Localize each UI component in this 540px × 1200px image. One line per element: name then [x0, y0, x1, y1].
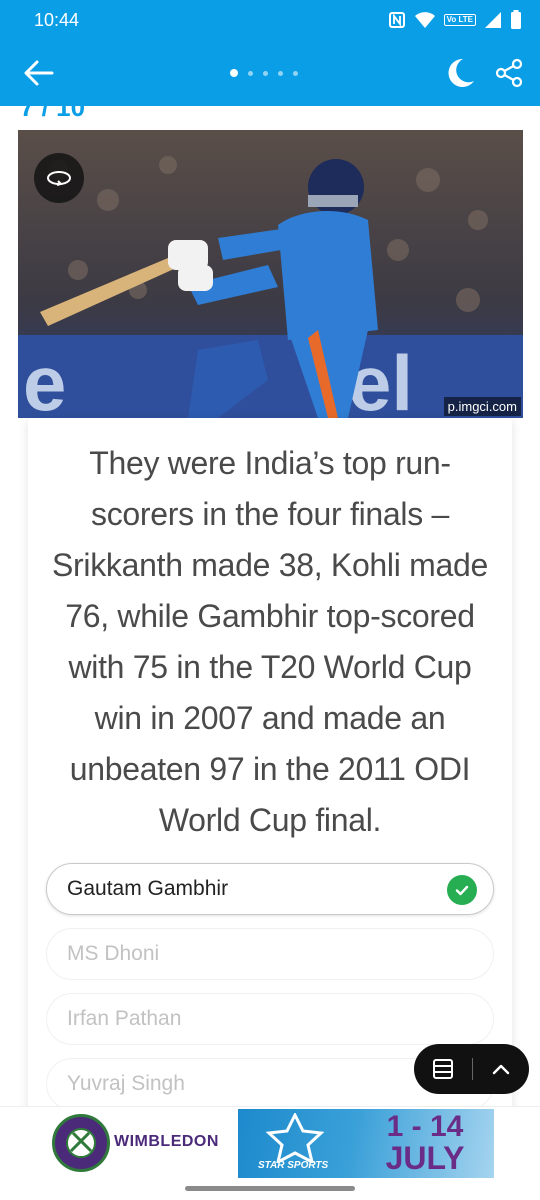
share-icon: [495, 58, 523, 88]
ad-month: JULY: [385, 1140, 465, 1176]
ad-banner[interactable]: WIMBLEDON STAR SPORTS 1 - 14 JULY: [0, 1106, 540, 1179]
list-icon: [433, 1059, 453, 1079]
broadcaster-label: STAR SPORTS: [258, 1160, 329, 1171]
option-label: Gautam Gambhir: [67, 877, 229, 900]
star-icon: [265, 1113, 325, 1163]
cricket-batsman-image: e el: [18, 130, 523, 418]
nfc-icon: [388, 11, 406, 29]
signal-icon: [484, 11, 502, 29]
night-mode-button[interactable]: [442, 56, 476, 90]
option-gautam-gambhir[interactable]: Gautam Gambhir: [46, 863, 494, 915]
rotate-button[interactable]: [34, 153, 84, 203]
photo-credit: p.imgci.com: [443, 397, 521, 416]
page-dot: [278, 70, 283, 76]
home-gesture-handle[interactable]: [185, 1186, 355, 1191]
quiz-content: 7 / 10 e el p.imgci.com They were India’…: [0, 106, 540, 1106]
status-icons: Vo LTE: [388, 10, 522, 30]
question-counter: 7 / 10: [20, 106, 86, 122]
page-indicator: [230, 69, 298, 77]
arrow-left-icon: [24, 60, 54, 86]
page-dot: [293, 70, 298, 76]
option-ms-dhoni[interactable]: MS Dhoni: [46, 928, 494, 980]
option-label: Yuvraj Singh: [67, 1072, 185, 1095]
option-irfan-pathan[interactable]: Irfan Pathan: [46, 993, 494, 1045]
star-sports-panel: STAR SPORTS 1 - 14 JULY: [238, 1109, 494, 1179]
floating-controls: [414, 1044, 529, 1094]
check-circle-icon: [447, 875, 477, 905]
app-bar: [0, 40, 540, 106]
svg-text:e: e: [23, 339, 66, 418]
page-dot: [263, 70, 268, 76]
volte-badge: Vo LTE: [443, 14, 476, 26]
answer-card: They were India’s top run-scorers in the…: [28, 418, 512, 1106]
option-label: Irfan Pathan: [67, 1007, 182, 1030]
answer-explanation: They were India’s top run-scorers in the…: [52, 445, 488, 838]
list-view-button[interactable]: [414, 1044, 472, 1094]
share-button[interactable]: [494, 58, 524, 88]
page-dot: [248, 70, 253, 76]
status-bar: 10:44 Vo LTE: [0, 0, 540, 40]
back-button[interactable]: [22, 58, 56, 88]
status-time: 10:44: [34, 9, 80, 30]
rotate-icon: [47, 171, 71, 186]
wifi-icon: [414, 11, 436, 29]
page-dot: [230, 69, 238, 77]
scroll-up-button[interactable]: [473, 1044, 529, 1094]
question-photo: e el p.imgci.com: [18, 130, 523, 418]
option-label: MS Dhoni: [67, 942, 160, 965]
system-nav-bar: [0, 1178, 540, 1200]
battery-icon: [510, 10, 522, 30]
ad-brand: WIMBLEDON: [114, 1133, 219, 1150]
moon-icon: [448, 58, 474, 87]
wimbledon-logo: [52, 1114, 110, 1172]
chevron-up-icon: [492, 1064, 510, 1075]
ad-dates: 1 - 14: [386, 1110, 464, 1143]
